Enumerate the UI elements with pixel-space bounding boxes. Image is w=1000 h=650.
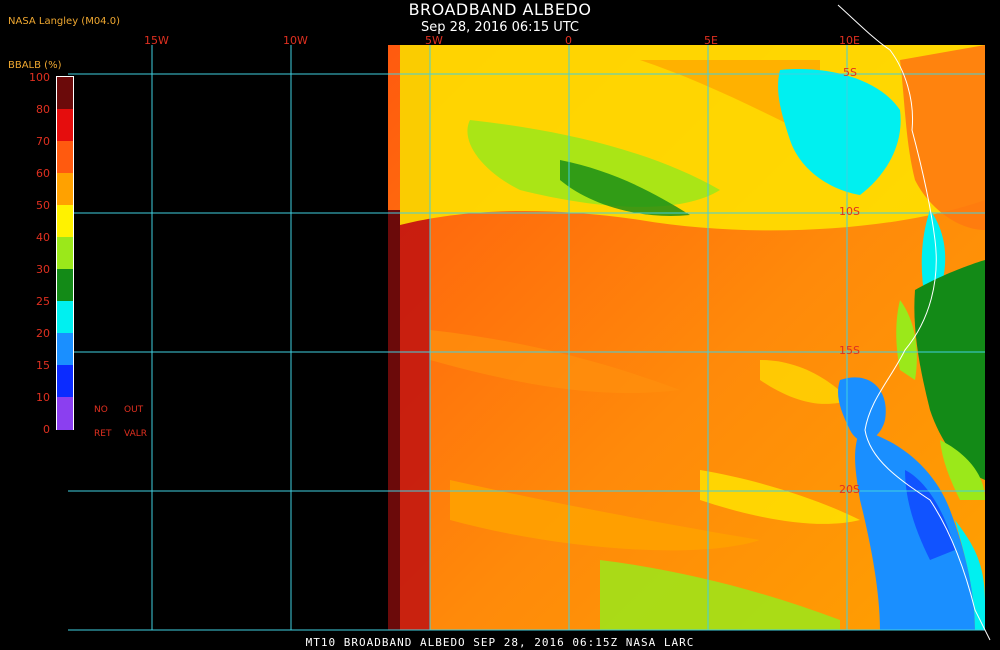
- colorbar-tick: 70: [36, 135, 50, 148]
- key-no: NO: [94, 405, 108, 415]
- key-out: OUT: [124, 405, 144, 415]
- colorbar-segment: [57, 397, 73, 430]
- colorbar-segment: [57, 269, 73, 302]
- colorbar-segment: [57, 301, 73, 334]
- colorbar-tick: 30: [36, 263, 50, 276]
- colorbar-segment: [57, 173, 73, 206]
- lon-label: 0: [565, 34, 572, 47]
- colorbar-tick: 20: [36, 327, 50, 340]
- colorbar-tick: 15: [36, 359, 50, 372]
- lat-label: 20S: [839, 483, 860, 496]
- colorbar-title: BBALB (%): [8, 60, 62, 71]
- colorbar-segment: [57, 333, 73, 366]
- map-title: BROADBAND ALBEDO: [408, 0, 592, 19]
- lat-label: 10S: [839, 205, 860, 218]
- lat-label: 15S: [839, 344, 860, 357]
- colorbar-segment: [57, 141, 73, 174]
- colorbar-segment: [57, 205, 73, 238]
- albedo-image: [388, 45, 985, 630]
- footer-caption: MT10 BROADBAND ALBEDO SEP 28, 2016 06:15…: [305, 636, 695, 649]
- key-ret: RET: [94, 429, 112, 439]
- colorbar-segment: [57, 77, 73, 110]
- lat-label: 5S: [843, 66, 857, 79]
- key-valr: VALR: [124, 429, 148, 439]
- colorbar-tick: 40: [36, 231, 50, 244]
- agency-label: NASA Langley (M04.0): [8, 16, 120, 27]
- colorbar-segment: [57, 365, 73, 398]
- albedo-map: [68, 4, 991, 641]
- colorbar-tick: 80: [36, 103, 50, 116]
- lon-label: 10E: [839, 34, 860, 47]
- colorbar-tick: 60: [36, 167, 50, 180]
- colorbar-tick: 50: [36, 199, 50, 212]
- colorbar-tick: 10: [36, 391, 50, 404]
- map-timestamp: Sep 28, 2016 06:15 UTC: [420, 20, 580, 35]
- colorbar-tick: 100: [29, 71, 50, 84]
- lon-label: 5E: [704, 34, 718, 47]
- colorbar-tick: 0: [43, 423, 50, 436]
- colorbar-segment: [57, 109, 73, 142]
- colorbar: [56, 76, 74, 430]
- colorbar-segment: [57, 237, 73, 270]
- lon-label: 10W: [283, 34, 308, 47]
- lon-label: 15W: [144, 34, 169, 47]
- lon-label: 5W: [425, 34, 443, 47]
- colorbar-tick: 25: [36, 295, 50, 308]
